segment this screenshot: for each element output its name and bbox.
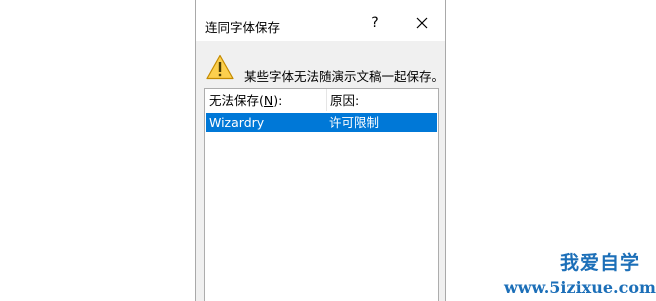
- unsaved-fonts-list[interactable]: 无法保存(N): 原因: Wizardry 许可限制: [204, 88, 439, 301]
- font-name-cell: Wizardry: [209, 115, 265, 130]
- screenshot-canvas: 连同字体保存 ? 某些字体无法随演示文稿一起保存。 无法保存(N): 原因: W…: [0, 0, 656, 301]
- close-button[interactable]: [409, 10, 435, 36]
- access-key: N: [263, 93, 274, 108]
- dialog-titlebar: 连同字体保存 ?: [196, 0, 445, 41]
- close-icon: [416, 17, 428, 29]
- warning-message: 某些字体无法随演示文稿一起保存。: [244, 69, 445, 84]
- list-item[interactable]: Wizardry 许可限制: [206, 113, 437, 132]
- list-header: 无法保存(N): 原因:: [205, 89, 438, 111]
- help-button[interactable]: ?: [362, 10, 388, 36]
- warning-icon: [206, 54, 234, 80]
- dialog-title: 连同字体保存: [205, 20, 281, 35]
- column-header-cannot-save[interactable]: 无法保存(N):: [209, 89, 326, 111]
- watermark-title: 我爱自学: [560, 252, 641, 274]
- message-row: 某些字体无法随演示文稿一起保存。: [206, 54, 445, 84]
- column-header-reason[interactable]: 原因:: [328, 89, 438, 111]
- reason-cell: 许可限制: [329, 115, 380, 130]
- column-divider[interactable]: [326, 89, 327, 111]
- help-icon: ?: [371, 15, 379, 31]
- watermark-url: www.5izixue.com: [504, 278, 656, 297]
- embed-fonts-dialog: 连同字体保存 ? 某些字体无法随演示文稿一起保存。 无法保存(N): 原因: W…: [195, 0, 446, 301]
- site-watermark: 我爱自学 www.5izixue.com: [496, 248, 656, 300]
